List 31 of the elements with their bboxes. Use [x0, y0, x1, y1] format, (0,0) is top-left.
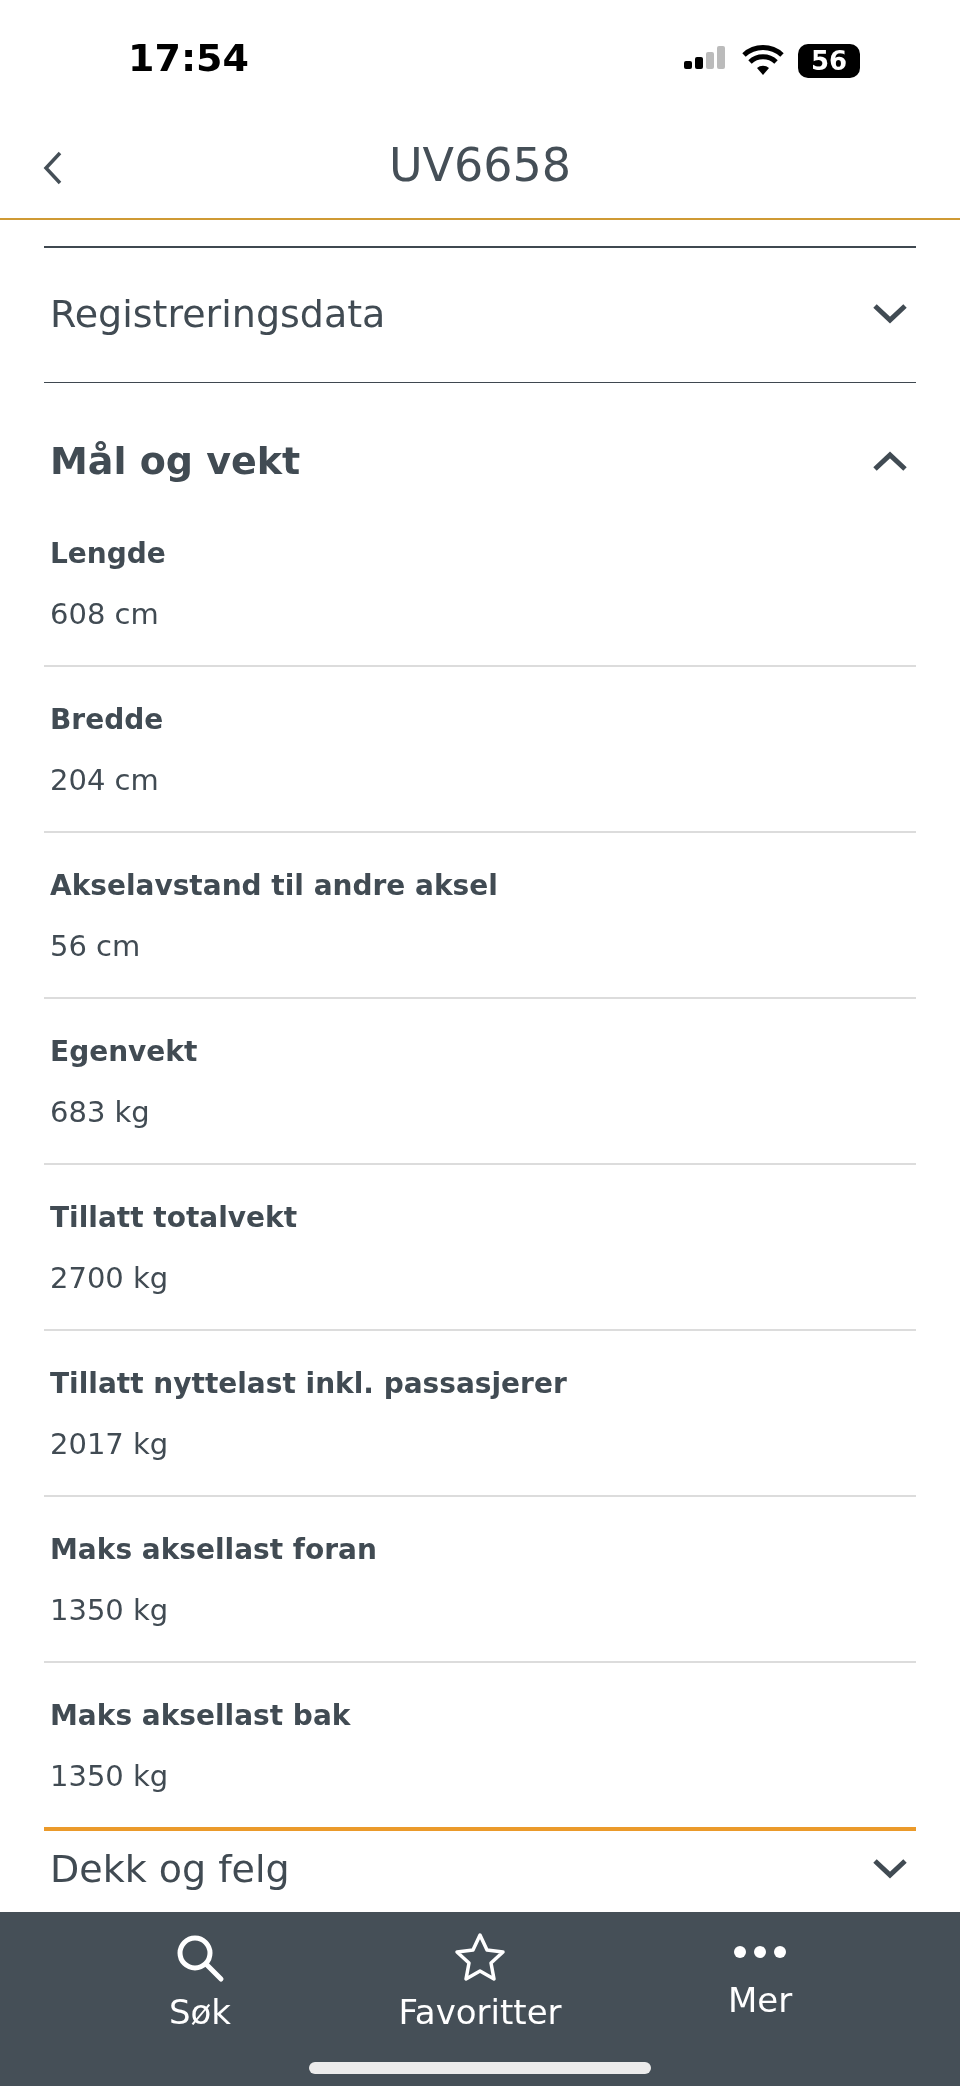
star-icon	[453, 1932, 507, 1984]
field-value: 608 cm	[50, 596, 160, 633]
field-label: Lengde	[50, 536, 167, 572]
field-label: Akselavstand til andre aksel	[50, 868, 499, 904]
field-label: Tillatt nyttelast inkl. passasjerer	[50, 1366, 568, 1402]
chevron-down-icon	[872, 303, 908, 325]
field-value: 2700 kg	[50, 1260, 170, 1297]
field-value: 1350 kg	[50, 1592, 170, 1629]
chevron-up-icon	[872, 450, 908, 472]
field-value: 1350 kg	[50, 1758, 170, 1795]
section-header[interactable]: Mål og vekt	[44, 383, 916, 501]
tab-bar-item[interactable]: Søk	[70, 1912, 330, 2086]
field-value: 2017 kg	[50, 1426, 170, 1463]
field-label: Maks aksellast foran	[50, 1532, 378, 1568]
field-label: Maks aksellast bak	[50, 1698, 352, 1734]
field-label: Egenvekt	[50, 1034, 199, 1070]
battery-level: 56	[798, 44, 860, 78]
more-icon	[734, 1946, 786, 1958]
field-value: 683 kg	[50, 1094, 151, 1131]
tab-bar-item[interactable]: Favoritter	[350, 1912, 610, 2086]
field-value: 204 cm	[50, 762, 160, 799]
field-label: Tillatt totalvekt	[50, 1200, 299, 1236]
page-title: UV6658	[388, 136, 572, 194]
tab-bar-item[interactable]: Mer	[630, 1912, 890, 2086]
chevron-down-icon	[872, 1858, 908, 1880]
field-value: 56 cm	[50, 928, 142, 965]
section-header[interactable]: Dekk og felg	[44, 1831, 916, 1912]
section-header[interactable]: Registreringsdata	[44, 248, 916, 382]
wifi-icon	[742, 45, 784, 77]
field-label: Bredde	[50, 702, 165, 738]
status-time: 17:54	[128, 36, 249, 82]
